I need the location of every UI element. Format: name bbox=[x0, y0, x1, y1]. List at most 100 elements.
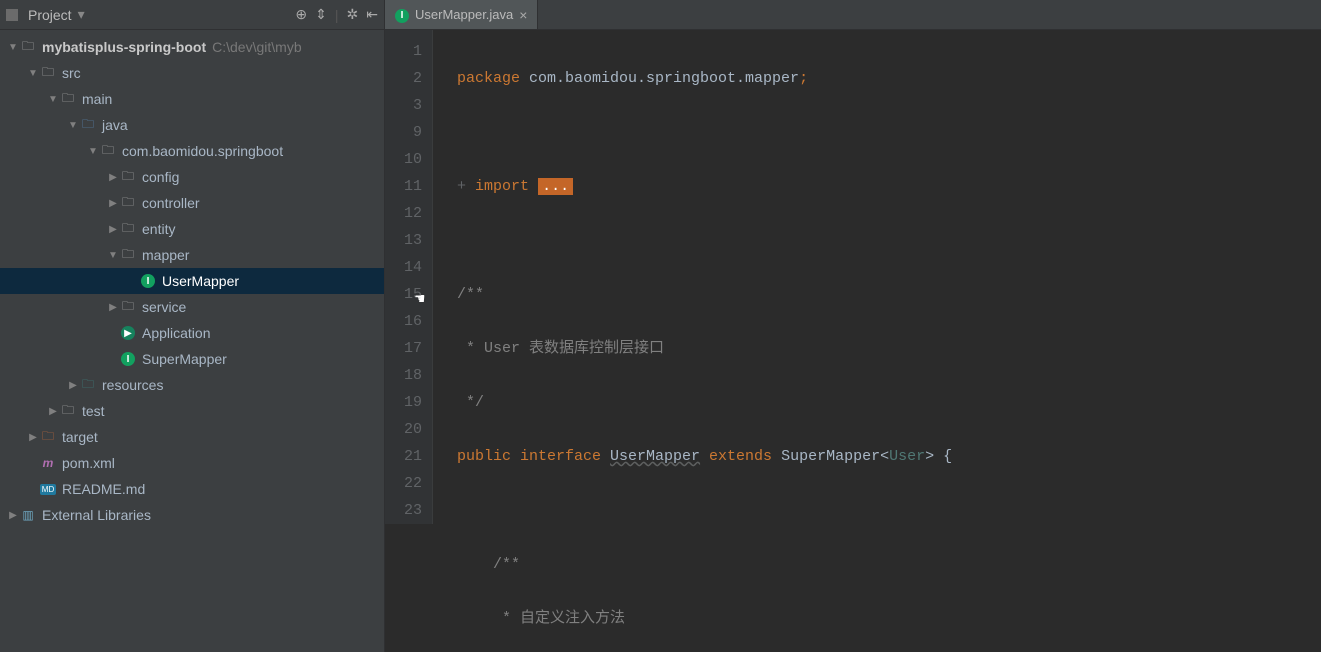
comment: * User 表数据库控制层接口 bbox=[457, 340, 664, 357]
package-icon: 🗀 bbox=[120, 299, 136, 315]
project-tool-window: Project ▾ ⊕ ⇕ | ✲ ⇤ 🗀 mybatisplus-spring… bbox=[0, 0, 385, 652]
tree-node-java[interactable]: 🗀 java bbox=[0, 112, 384, 138]
tree-node-application[interactable]: ▶ Application bbox=[0, 320, 384, 346]
tree-label: entity bbox=[142, 221, 175, 237]
tree-root[interactable]: 🗀 mybatisplus-spring-boot C:\dev\git\myb bbox=[0, 34, 384, 60]
tree-node-controller[interactable]: 🗀 controller bbox=[0, 190, 384, 216]
comment: /** bbox=[493, 556, 520, 573]
editor-tabs: I UserMapper.java × bbox=[385, 0, 1321, 30]
line-number: 16 bbox=[403, 308, 422, 335]
project-header: Project ▾ ⊕ ⇕ | ✲ ⇤ bbox=[0, 0, 384, 30]
collapse-all-icon[interactable]: ⇕ bbox=[315, 6, 327, 23]
tree-node-service[interactable]: 🗀 service bbox=[0, 294, 384, 320]
expand-toggle-icon[interactable] bbox=[26, 432, 40, 443]
class-ref: SuperMapper bbox=[781, 448, 880, 465]
package-icon: 🗀 bbox=[120, 247, 136, 263]
tree-label: java bbox=[102, 117, 128, 133]
code-editor[interactable]: 1 2 3 9 10 11 12 13 14 15 16 17 18 19 20… bbox=[385, 30, 1321, 652]
tree-node-mapper[interactable]: 🗀 mapper bbox=[0, 242, 384, 268]
line-number: 17 bbox=[403, 335, 422, 362]
package-name: com.baomidou.springboot.mapper bbox=[520, 70, 799, 87]
package-icon: 🗀 bbox=[100, 143, 116, 159]
folded-region[interactable]: ... bbox=[538, 178, 573, 195]
line-number: 2 bbox=[403, 65, 422, 92]
resources-folder-icon: 🗀 bbox=[80, 377, 96, 393]
line-number: 14 bbox=[403, 254, 422, 281]
line-number: 9 bbox=[403, 119, 422, 146]
tree-label: UserMapper bbox=[162, 273, 239, 289]
tree-node-usermapper[interactable]: I UserMapper bbox=[0, 268, 384, 294]
expand-toggle-icon[interactable] bbox=[46, 406, 60, 417]
line-number: 10 bbox=[403, 146, 422, 173]
tree-label: resources bbox=[102, 377, 163, 393]
angle-open: < bbox=[880, 448, 889, 465]
fold-plus-icon[interactable]: + bbox=[457, 178, 466, 195]
maven-file-icon: m bbox=[40, 455, 56, 471]
line-number: 15 bbox=[403, 281, 422, 308]
package-icon: 🗀 bbox=[120, 221, 136, 237]
tree-node-external-libs[interactable]: ▥ External Libraries bbox=[0, 502, 384, 528]
expand-toggle-icon[interactable] bbox=[86, 146, 100, 157]
locate-icon[interactable]: ⊕ bbox=[295, 6, 307, 23]
semicolon: ; bbox=[799, 70, 808, 87]
tree-label: README.md bbox=[62, 481, 145, 497]
folder-icon: 🗀 bbox=[60, 91, 76, 107]
expand-toggle-icon[interactable] bbox=[106, 198, 120, 209]
tree-label: mapper bbox=[142, 247, 189, 263]
tree-node-readme[interactable]: MD README.md bbox=[0, 476, 384, 502]
close-tab-icon[interactable]: × bbox=[519, 7, 527, 23]
tree-label: service bbox=[142, 299, 186, 315]
tree-node-supermapper[interactable]: I SuperMapper bbox=[0, 346, 384, 372]
line-number: 21 bbox=[403, 443, 422, 470]
line-number: 22 bbox=[403, 470, 422, 497]
markdown-file-icon: MD bbox=[40, 481, 56, 497]
tree-label: com.baomidou.springboot bbox=[122, 143, 283, 159]
keyword: interface bbox=[520, 448, 610, 465]
keyword: package bbox=[457, 70, 520, 87]
tree-label: External Libraries bbox=[42, 507, 151, 523]
tree-node-entity[interactable]: 🗀 entity bbox=[0, 216, 384, 242]
tree-label: mybatisplus-spring-boot bbox=[42, 39, 206, 55]
tab-usermapper[interactable]: I UserMapper.java × bbox=[385, 0, 538, 29]
line-number: 18 bbox=[403, 362, 422, 389]
expand-toggle-icon[interactable] bbox=[66, 120, 80, 131]
expand-toggle-icon[interactable] bbox=[26, 68, 40, 79]
tree-node-src[interactable]: 🗀 src bbox=[0, 60, 384, 86]
hide-panel-icon[interactable]: ⇤ bbox=[366, 6, 378, 23]
chevron-down-icon[interactable]: ▾ bbox=[78, 6, 85, 23]
tree-label: Application bbox=[142, 325, 211, 341]
editor-pane: I UserMapper.java × 1 2 3 9 10 11 12 13 … bbox=[385, 0, 1321, 652]
keyword: public bbox=[457, 448, 520, 465]
expand-toggle-icon[interactable] bbox=[46, 94, 60, 105]
tree-node-package[interactable]: 🗀 com.baomidou.springboot bbox=[0, 138, 384, 164]
tree-label: SuperMapper bbox=[142, 351, 227, 367]
source-folder-icon: 🗀 bbox=[80, 117, 96, 133]
tree-node-config[interactable]: 🗀 config bbox=[0, 164, 384, 190]
tree-label: pom.xml bbox=[62, 455, 115, 471]
keyword: import bbox=[475, 178, 529, 195]
expand-toggle-icon[interactable] bbox=[106, 224, 120, 235]
comment: /** bbox=[457, 286, 484, 303]
line-number: 23 bbox=[403, 497, 422, 524]
gear-icon[interactable]: ✲ bbox=[347, 6, 359, 23]
tree-node-resources[interactable]: 🗀 resources bbox=[0, 372, 384, 398]
expand-toggle-icon[interactable] bbox=[106, 302, 120, 313]
runnable-class-icon: ▶ bbox=[120, 325, 136, 341]
tree-label: config bbox=[142, 169, 179, 185]
project-title: Project bbox=[28, 7, 72, 23]
expand-toggle-icon[interactable] bbox=[6, 42, 20, 53]
folder-icon: 🗀 bbox=[60, 403, 76, 419]
tree-node-test[interactable]: 🗀 test bbox=[0, 398, 384, 424]
expand-toggle-icon[interactable] bbox=[66, 380, 80, 391]
tree-label: src bbox=[62, 65, 81, 81]
expand-toggle-icon[interactable] bbox=[6, 510, 20, 521]
type-param: User bbox=[889, 448, 925, 465]
expand-toggle-icon[interactable] bbox=[106, 172, 120, 183]
line-number: 12 bbox=[403, 200, 422, 227]
tree-node-main[interactable]: 🗀 main bbox=[0, 86, 384, 112]
libraries-icon: ▥ bbox=[20, 507, 36, 523]
code-body[interactable]: package com.baomidou.springboot.mapper; … bbox=[433, 30, 1060, 652]
expand-toggle-icon[interactable] bbox=[106, 250, 120, 261]
tree-node-pom[interactable]: m pom.xml bbox=[0, 450, 384, 476]
tree-node-target[interactable]: 🗀 target bbox=[0, 424, 384, 450]
